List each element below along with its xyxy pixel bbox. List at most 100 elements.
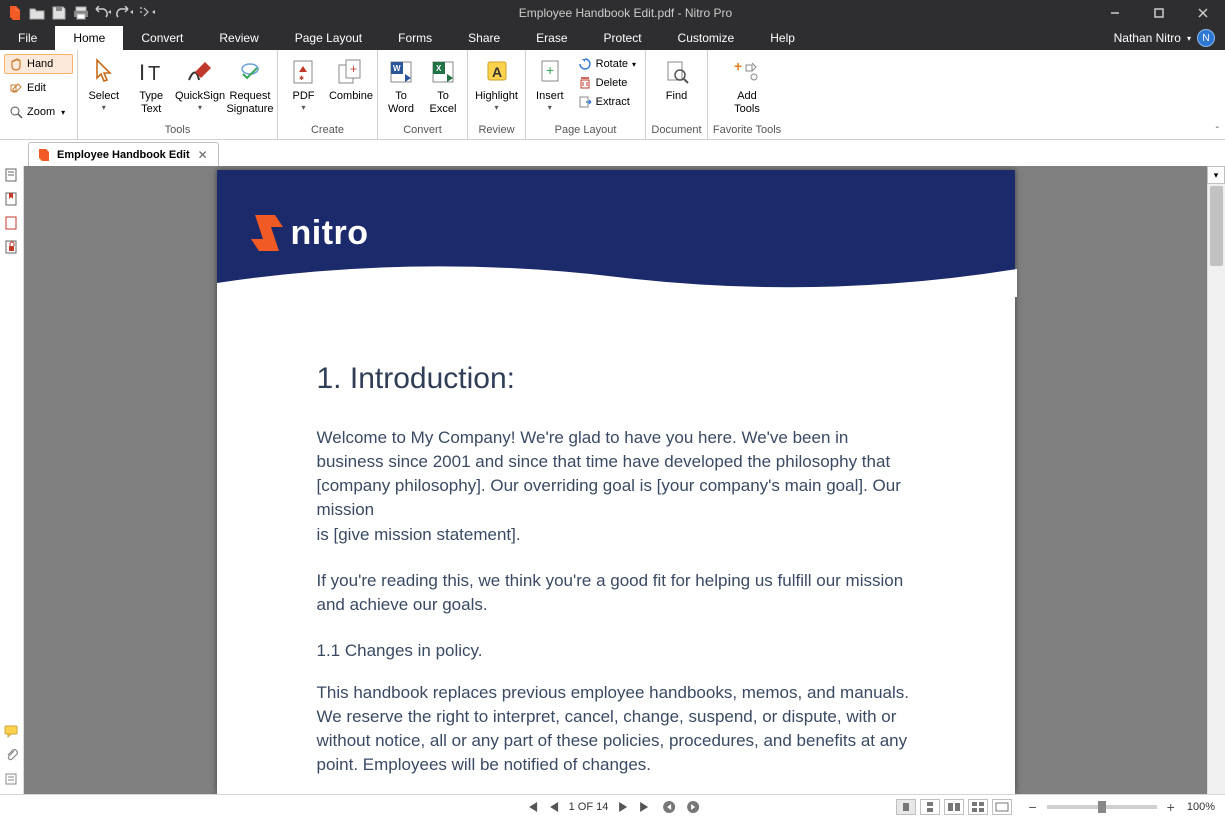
menu-help[interactable]: Help: [752, 26, 813, 50]
request-signature-button[interactable]: Request Signature: [225, 52, 275, 119]
prev-view-button[interactable]: [662, 800, 676, 814]
zoom-out-button[interactable]: −: [1028, 799, 1036, 815]
rotate-button[interactable]: Rotate ▾: [574, 56, 641, 72]
last-page-button[interactable]: [638, 801, 652, 813]
svg-text:I: I: [139, 60, 145, 85]
to-word-button[interactable]: W To Word: [380, 52, 422, 119]
svg-text:✱: ✱: [299, 75, 304, 82]
menu-erase[interactable]: Erase: [518, 26, 585, 50]
doc-heading: 1. Introduction:: [317, 362, 915, 396]
menu-home[interactable]: Home: [55, 26, 123, 50]
svg-text:+: +: [734, 59, 742, 74]
find-button[interactable]: Find: [648, 52, 705, 107]
menu-share[interactable]: Share: [450, 26, 518, 50]
view-facing-button[interactable]: [944, 799, 964, 815]
highlight-button[interactable]: A Highlight▾: [470, 52, 523, 116]
app-logo-icon: [4, 2, 26, 24]
user-dropdown-caret[interactable]: ▾: [1187, 34, 1191, 43]
type-text-button[interactable]: IT Type Text: [128, 52, 176, 119]
user-name[interactable]: Nathan Nitro: [1114, 31, 1181, 45]
view-single-button[interactable]: [896, 799, 916, 815]
add-tools-button[interactable]: + Add Tools: [710, 52, 784, 119]
extract-button[interactable]: Extract: [574, 94, 641, 110]
svg-text:+: +: [546, 62, 554, 78]
svg-text:T: T: [148, 63, 160, 85]
document-viewport[interactable]: nitro 1. Introduction: Welcome to My Com…: [24, 166, 1207, 794]
ribbon-collapse-icon[interactable]: ˆ: [1216, 126, 1219, 137]
menu-pagelayout[interactable]: Page Layout: [277, 26, 380, 50]
titlebar: Employee Handbook Edit.pdf - Nitro Pro: [0, 0, 1225, 26]
ribbon: Hand Edit Zoom ▾ Select▾: [0, 50, 1225, 140]
pdf-page: nitro 1. Introduction: Welcome to My Com…: [217, 170, 1015, 794]
group-document-label: Document: [648, 122, 705, 139]
bookmarks-panel-icon[interactable]: [4, 192, 20, 208]
save-icon[interactable]: [48, 2, 70, 24]
attachments-panel-icon[interactable]: [4, 748, 20, 764]
view-tools-panel: Hand Edit Zoom ▾: [0, 50, 78, 139]
pages-panel-icon[interactable]: [4, 168, 20, 184]
close-button[interactable]: [1181, 0, 1225, 26]
pdf-button[interactable]: ✱ PDF▾: [280, 52, 327, 116]
group-tools-label: Tools: [80, 122, 275, 139]
group-review-label: Review: [470, 122, 523, 139]
next-page-button[interactable]: [618, 801, 628, 813]
svg-text:W: W: [393, 64, 401, 73]
left-panel-rail: [0, 166, 24, 794]
zoom-in-button[interactable]: +: [1167, 799, 1175, 815]
first-page-button[interactable]: [525, 801, 539, 813]
doc-paragraph: If you're reading this, we think you're …: [317, 569, 915, 617]
doc-tab-label: Employee Handbook Edit: [57, 149, 190, 161]
menu-forms[interactable]: Forms: [380, 26, 450, 50]
open-icon[interactable]: [26, 2, 48, 24]
group-pagelayout-label: Page Layout: [528, 122, 643, 139]
vertical-scrollbar[interactable]: [1207, 184, 1225, 794]
comments-panel-icon[interactable]: [4, 724, 20, 740]
scrollbar-thumb[interactable]: [1210, 186, 1223, 266]
insert-button[interactable]: + Insert▾: [528, 52, 572, 122]
zoom-slider[interactable]: [1047, 805, 1157, 809]
redo-icon[interactable]: [114, 2, 136, 24]
menu-customize[interactable]: Customize: [660, 26, 753, 50]
page-indicator[interactable]: 1 OF 14: [569, 801, 609, 813]
signatures-panel-icon[interactable]: [4, 216, 20, 232]
output-panel-icon[interactable]: [4, 772, 20, 788]
edit-tool-button[interactable]: Edit: [4, 78, 73, 98]
view-facing-continuous-button[interactable]: [968, 799, 988, 815]
zoom-slider-handle[interactable]: [1098, 801, 1106, 813]
zoom-tool-button[interactable]: Zoom ▾: [4, 102, 73, 122]
print-icon[interactable]: [70, 2, 92, 24]
workspace: nitro 1. Introduction: Welcome to My Com…: [0, 166, 1225, 794]
quicksign-button[interactable]: QuickSign▾: [175, 52, 225, 116]
security-panel-icon[interactable]: [4, 240, 20, 256]
next-view-button[interactable]: [686, 800, 700, 814]
zoom-percent[interactable]: 100%: [1187, 801, 1215, 813]
combine-button[interactable]: + Combine: [327, 52, 375, 107]
doc-paragraph: Welcome to My Company! We're glad to hav…: [317, 426, 915, 547]
doc-tab-icon: [37, 148, 51, 162]
to-excel-button[interactable]: X To Excel: [422, 52, 464, 119]
menubar: File Home Convert Review Page Layout For…: [0, 26, 1225, 50]
minimize-button[interactable]: [1093, 0, 1137, 26]
prev-page-button[interactable]: [549, 801, 559, 813]
menu-protect[interactable]: Protect: [586, 26, 660, 50]
doc-tab[interactable]: Employee Handbook Edit ✕: [28, 142, 219, 166]
view-continuous-button[interactable]: [920, 799, 940, 815]
svg-text:A: A: [492, 64, 502, 80]
view-fullscreen-button[interactable]: [992, 799, 1012, 815]
maximize-button[interactable]: [1137, 0, 1181, 26]
menu-review[interactable]: Review: [201, 26, 276, 50]
right-panel-toggle[interactable]: ▾: [1207, 166, 1225, 184]
svg-text:+: +: [350, 62, 357, 76]
user-avatar[interactable]: N: [1197, 29, 1215, 47]
undo-icon[interactable]: [92, 2, 114, 24]
brand-logo: nitro: [249, 213, 369, 253]
statusbar: 1 OF 14 − + 100%: [0, 794, 1225, 818]
menu-file[interactable]: File: [0, 26, 55, 50]
delete-button[interactable]: Delete: [574, 75, 641, 91]
menu-convert[interactable]: Convert: [123, 26, 201, 50]
hand-tool-button[interactable]: Hand: [4, 54, 73, 74]
select-button[interactable]: Select▾: [80, 52, 128, 116]
qat-customize-icon[interactable]: [136, 2, 158, 24]
group-create-label: Create: [280, 122, 375, 139]
doc-tab-close-icon[interactable]: ✕: [196, 148, 210, 162]
